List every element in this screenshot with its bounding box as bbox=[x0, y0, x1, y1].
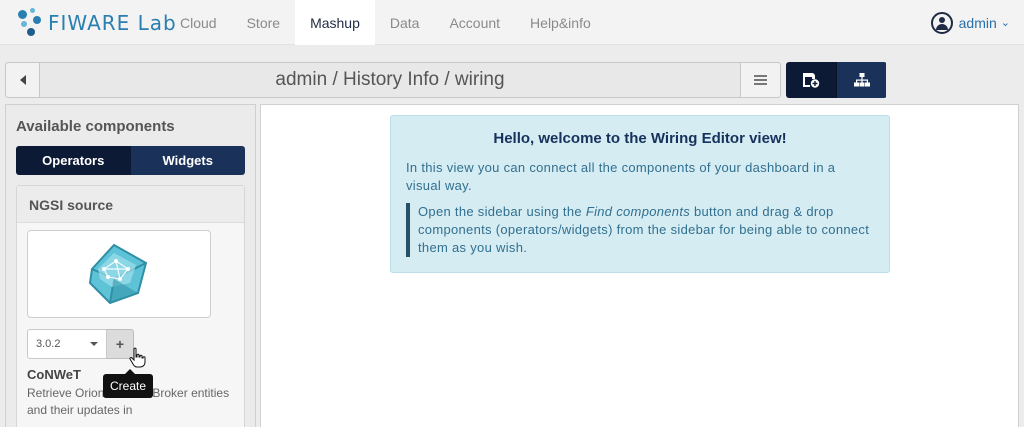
alert-title: Hello, welcome to the Wiring Editor view… bbox=[493, 130, 787, 147]
fiware-logo[interactable]: FIWARE Lab bbox=[16, 7, 177, 39]
create-tooltip: Create bbox=[103, 369, 154, 398]
nav-item-mashup[interactable]: Mashup bbox=[295, 0, 375, 45]
wiring-editor-page: FIWARE Lab Cloud Store Mashup Data Accou… bbox=[0, 0, 1024, 427]
alert-instructions-em: Find components bbox=[585, 204, 691, 219]
tab-operators[interactable]: Operators bbox=[16, 146, 131, 175]
alert-instructions-pre: Open the sidebar using the bbox=[418, 204, 586, 219]
nav-item-cloud[interactable]: Cloud bbox=[165, 0, 232, 45]
menu-button[interactable] bbox=[740, 63, 780, 97]
alert-instructions: Open the sidebar using the Find componen… bbox=[406, 203, 874, 257]
find-components-icon bbox=[803, 73, 820, 88]
hamburger-icon bbox=[754, 75, 767, 85]
find-components-button[interactable] bbox=[786, 62, 836, 98]
component-thumbnail bbox=[27, 230, 211, 318]
chevron-down-icon: ⌄ bbox=[1000, 17, 1010, 29]
user-circle-icon bbox=[930, 11, 953, 34]
version-value: 3.0.2 bbox=[36, 338, 61, 350]
sitemap-icon bbox=[853, 73, 870, 87]
nav-item-helpinfo[interactable]: Help&info bbox=[515, 0, 606, 45]
hand-pointer-cursor-icon bbox=[129, 347, 146, 368]
breadcrumb-title: admin / History Info / wiring bbox=[275, 69, 505, 90]
alert-paragraph: In this view you can connect all the com… bbox=[406, 160, 836, 193]
caret-down-icon bbox=[90, 342, 98, 346]
wiring-toolbar bbox=[786, 62, 887, 98]
fiware-logo-icon bbox=[16, 7, 46, 39]
breadcrumb: admin / History Info / wiring bbox=[5, 62, 781, 98]
user-menu[interactable]: admin ⌄ bbox=[930, 0, 1010, 45]
chevron-left-icon bbox=[19, 75, 26, 85]
brand-name: FIWARE Lab bbox=[48, 11, 177, 35]
tab-widgets[interactable]: Widgets bbox=[130, 146, 245, 175]
user-name: admin bbox=[958, 14, 997, 31]
component-type-tabs: Operators Widgets bbox=[16, 146, 245, 175]
top-navbar: FIWARE Lab Cloud Store Mashup Data Accou… bbox=[0, 0, 1024, 45]
wiring-canvas[interactable]: Hello, welcome to the Wiring Editor view… bbox=[260, 104, 1019, 427]
nav-item-data[interactable]: Data bbox=[375, 0, 435, 45]
nav-item-store[interactable]: Store bbox=[232, 0, 295, 45]
behaviours-button[interactable] bbox=[836, 62, 886, 98]
operator-cube-icon bbox=[88, 243, 148, 305]
nav-item-account[interactable]: Account bbox=[434, 0, 515, 45]
main-nav: Cloud Store Mashup Data Account Help&inf… bbox=[165, 0, 606, 45]
version-select[interactable]: 3.0.2 bbox=[27, 329, 107, 359]
welcome-alert: Hello, welcome to the Wiring Editor view… bbox=[390, 115, 890, 273]
component-name: NGSI source bbox=[17, 186, 244, 223]
back-button[interactable] bbox=[6, 63, 40, 97]
sidebar-title: Available components bbox=[16, 118, 175, 135]
